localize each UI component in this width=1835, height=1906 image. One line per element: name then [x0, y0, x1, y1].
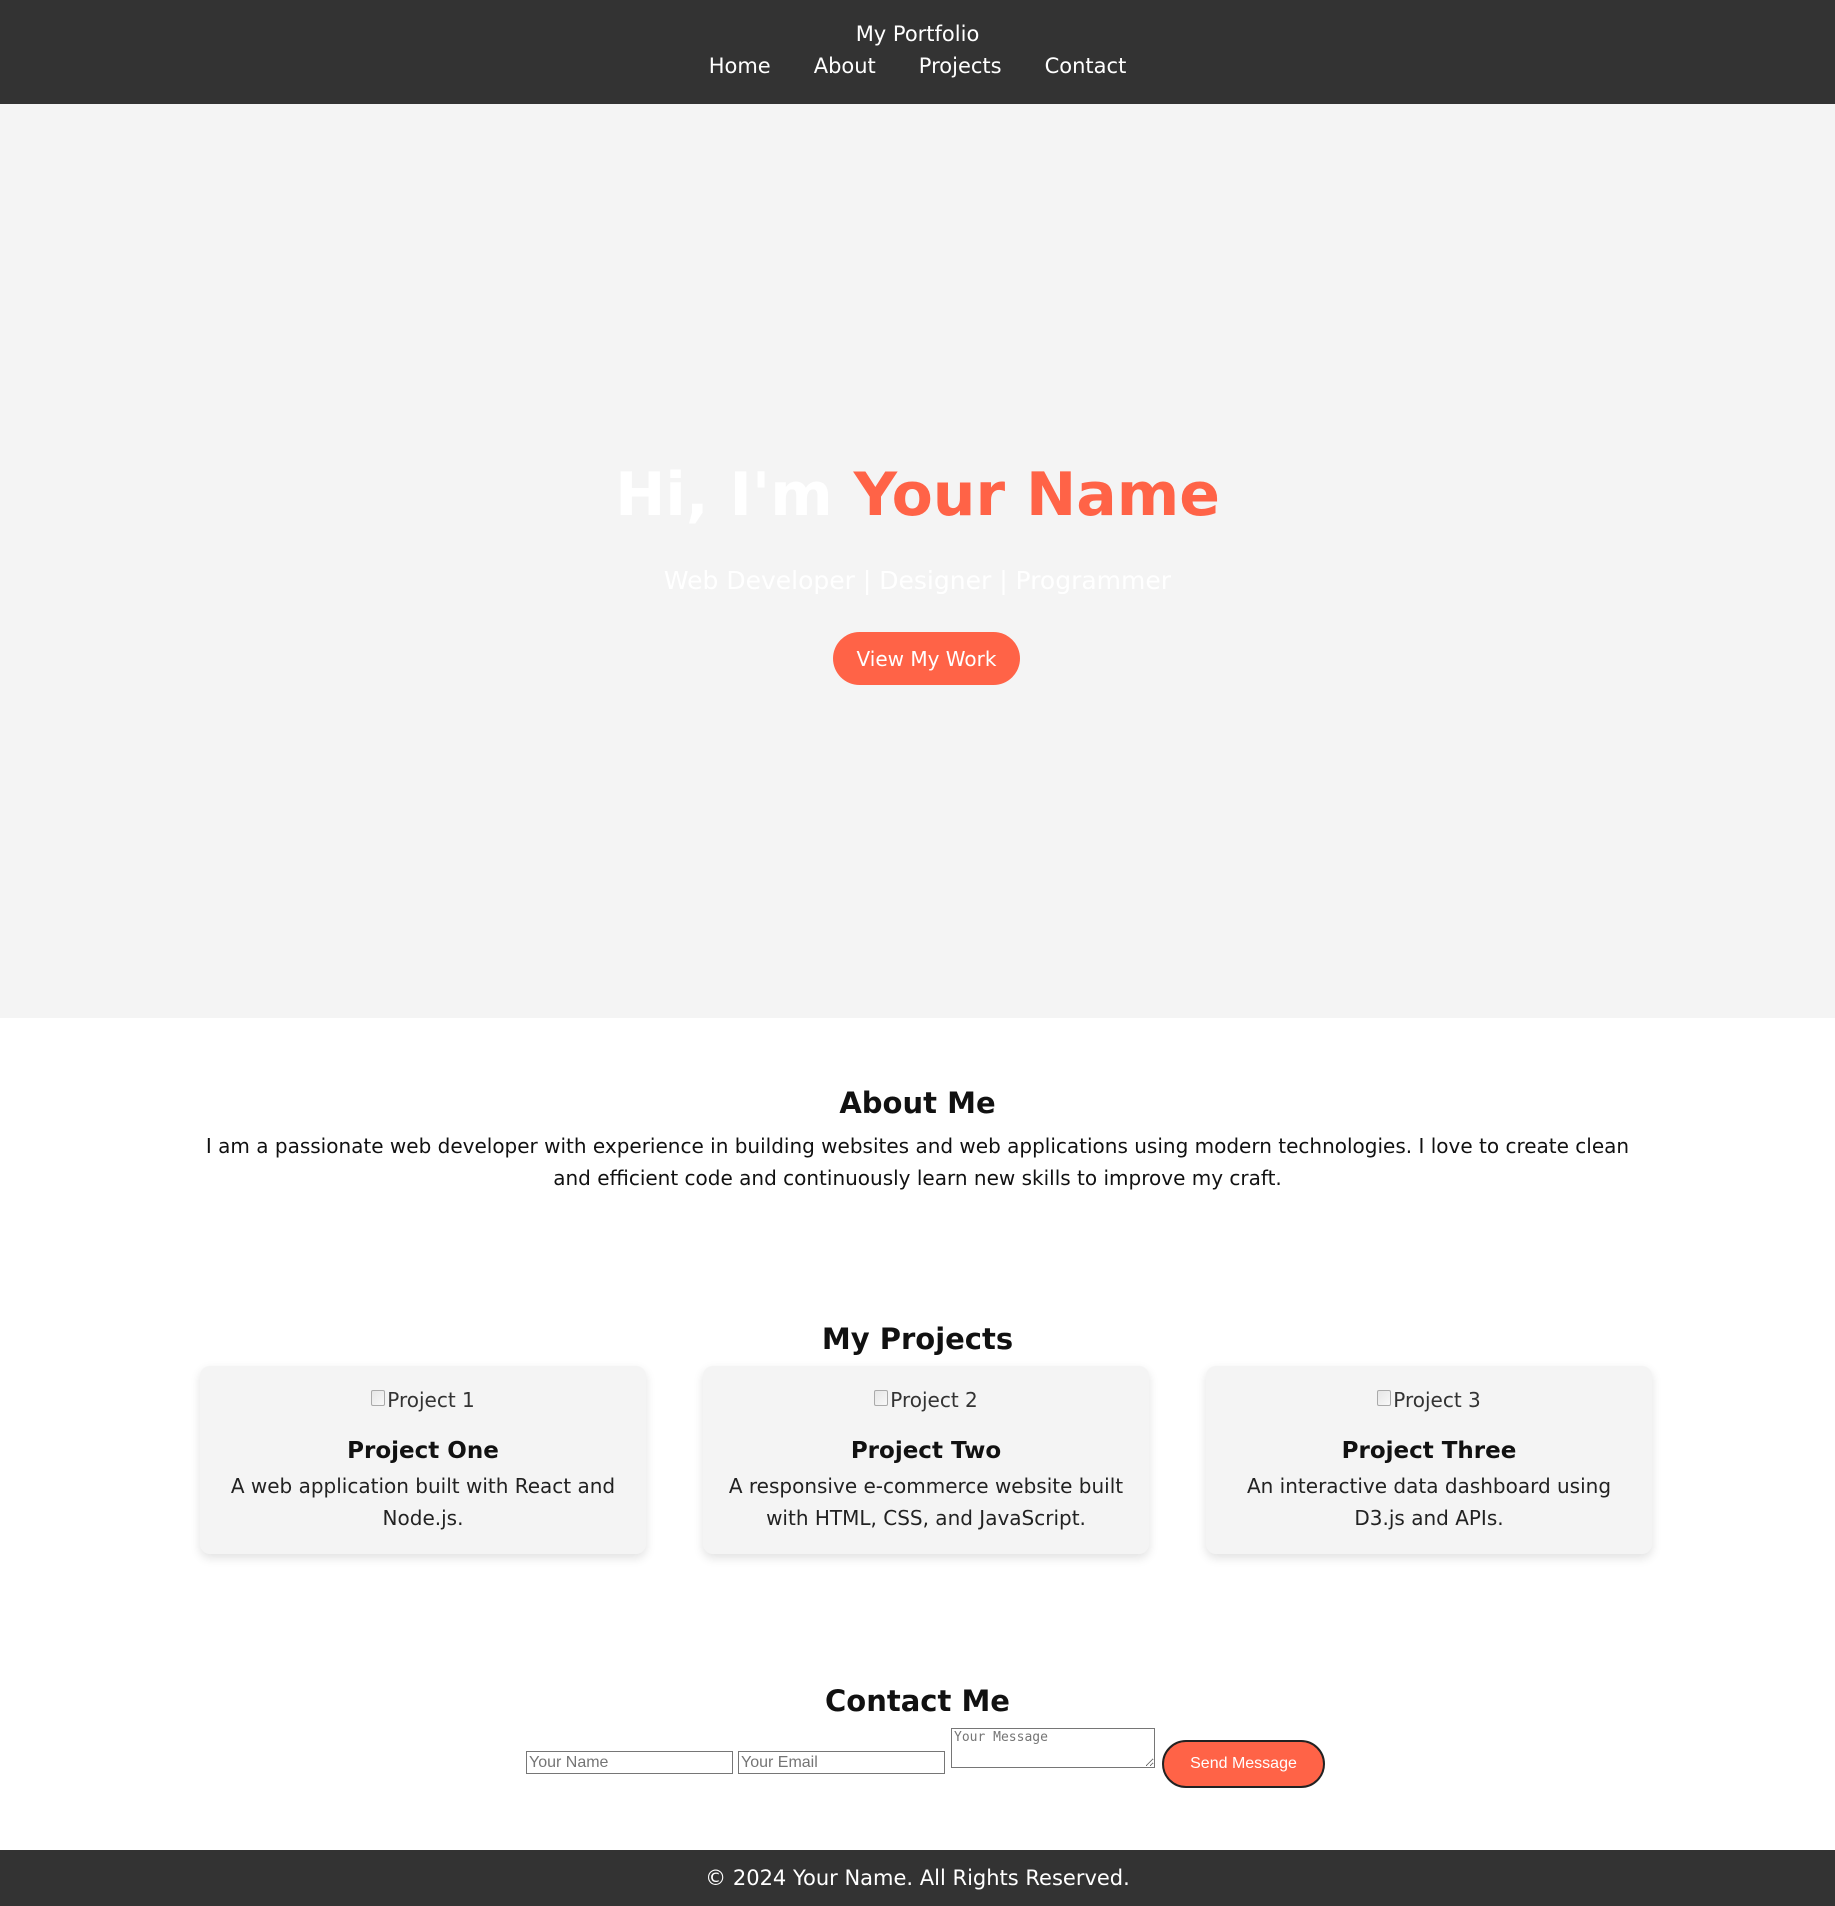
broken-image-icon: [371, 1390, 386, 1406]
view-my-work-button[interactable]: View My Work: [833, 632, 1020, 685]
send-message-button[interactable]: Send Message: [1162, 1740, 1325, 1788]
email-input[interactable]: [738, 1751, 945, 1774]
nav-link-projects[interactable]: Projects: [919, 54, 1002, 78]
message-textarea[interactable]: [951, 1728, 1155, 1768]
name-input[interactable]: [526, 1751, 733, 1774]
project-title: Project Three: [1341, 1438, 1517, 1464]
project-image-alt: Project 1: [387, 1388, 475, 1412]
project-image: Project 3: [1206, 1384, 1652, 1416]
project-image-alt: Project 3: [1393, 1388, 1481, 1412]
about-title: About Me: [839, 1086, 996, 1120]
hero-name: Your Name: [853, 460, 1220, 530]
hero-subtitle: Web Developer | Designer | Programmer: [663, 566, 1172, 595]
project-card: Project 2 Project Two A responsive e-com…: [703, 1366, 1149, 1554]
hero-greeting: Hi, I'm: [615, 460, 854, 530]
hero-section: Hi, I'm Your Name Web Developer | Design…: [0, 104, 1835, 1018]
project-title: Project One: [347, 1438, 499, 1464]
projects-grid: Project 1 Project One A web application …: [200, 1366, 1652, 1554]
project-image: Project 1: [200, 1384, 646, 1416]
main-nav: Home About Projects Contact: [0, 54, 1835, 78]
project-description: A responsive e-commerce website built wi…: [728, 1474, 1124, 1530]
nav-link-about[interactable]: About: [814, 54, 876, 78]
project-description: An interactive data dashboard using D3.j…: [1246, 1474, 1612, 1530]
projects-title: My Projects: [821, 1322, 1014, 1356]
project-description: A web application built with React and N…: [230, 1474, 616, 1530]
project-image: Project 2: [703, 1384, 1149, 1416]
broken-image-icon: [1377, 1390, 1392, 1406]
nav-link-contact[interactable]: Contact: [1045, 54, 1127, 78]
contact-form: Send Message: [526, 1726, 1326, 1792]
about-text: I am a passionate web developer with exp…: [205, 1134, 1630, 1190]
contact-title: Contact Me: [825, 1684, 1010, 1718]
project-card: Project 3 Project Three An interactive d…: [1206, 1366, 1652, 1554]
hero-title: Hi, I'm Your Name: [0, 460, 1835, 530]
site-brand: My Portfolio: [855, 22, 980, 46]
nav-link-home[interactable]: Home: [709, 54, 771, 78]
site-footer: © 2024 Your Name. All Rights Reserved.: [0, 1850, 1835, 1906]
project-card: Project 1 Project One A web application …: [200, 1366, 646, 1554]
site-header: My Portfolio Home About Projects Contact: [0, 0, 1835, 104]
broken-image-icon: [874, 1390, 889, 1406]
footer-copyright: © 2024 Your Name. All Rights Reserved.: [705, 1866, 1130, 1890]
project-title: Project Two: [850, 1438, 1002, 1464]
project-image-alt: Project 2: [890, 1388, 978, 1412]
